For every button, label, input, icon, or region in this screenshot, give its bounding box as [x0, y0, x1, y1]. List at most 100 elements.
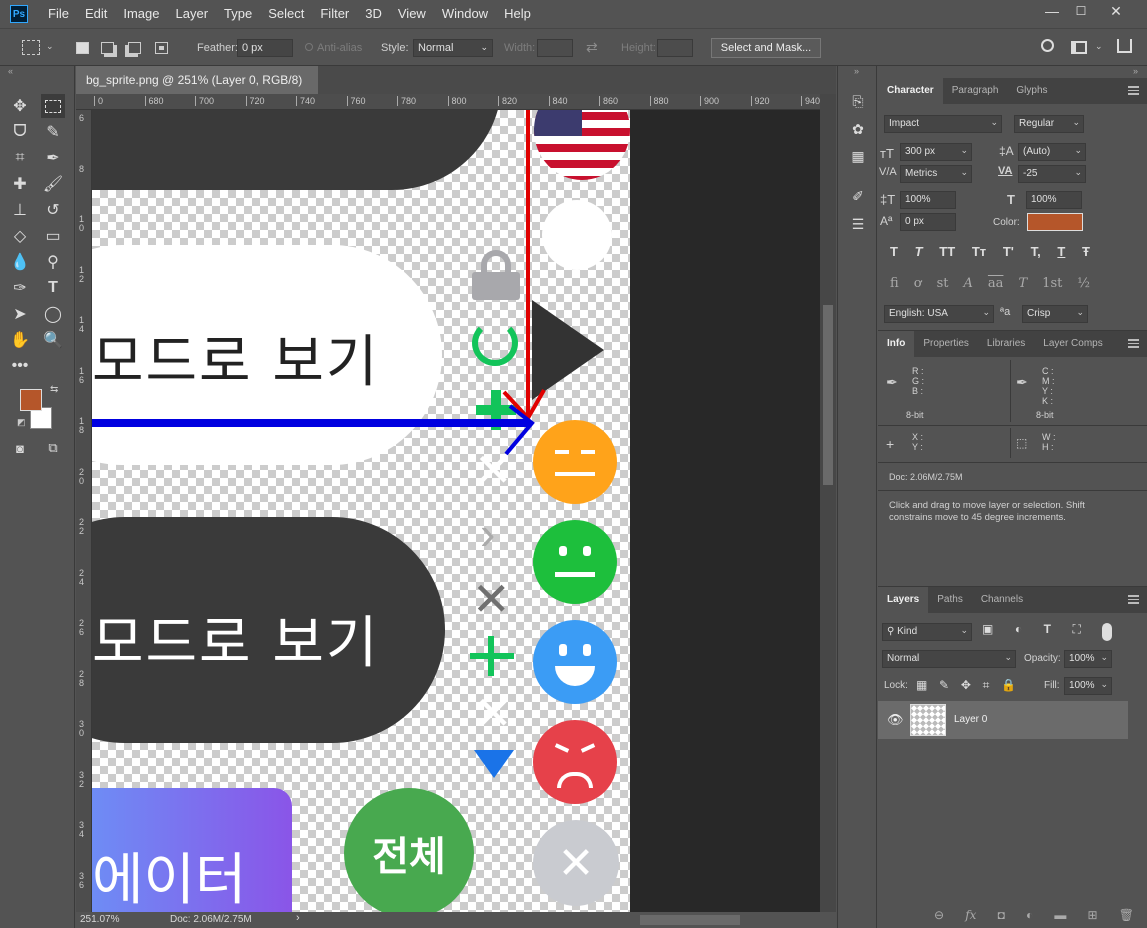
rectangular-marquee-tool-icon[interactable]	[41, 94, 65, 118]
vertical-scrollbar[interactable]	[820, 94, 836, 912]
lock-position-icon[interactable]: ✥	[961, 678, 971, 692]
tab-glyphs[interactable]: Glyphs	[1007, 78, 1056, 104]
layer-filter-select[interactable]: ⚲ Kind ⌄	[882, 623, 972, 641]
chevron-down-icon[interactable]: ⌄	[1095, 41, 1103, 52]
quick-selection-tool-icon[interactable]: ✎	[41, 120, 65, 144]
history-panel-icon[interactable]: ⎘	[848, 91, 868, 111]
clone-stamp-tool-icon[interactable]: ⊥	[8, 198, 32, 222]
font-size-input[interactable]: 300 px ⌄	[900, 143, 972, 161]
sprite-image[interactable]: 모드로 보기 모드로 보기 에이터 전체 ✕ › ✕ ✕ ✕	[92, 110, 630, 912]
kerning-select[interactable]: Metrics ⌄	[900, 165, 972, 183]
pen-tool-icon[interactable]: ✑	[8, 276, 32, 300]
font-family-select[interactable]: Impact ⌄	[884, 115, 1002, 133]
faux-italic-button[interactable]: T	[915, 244, 923, 262]
tab-layers[interactable]: Layers	[878, 587, 929, 613]
tab-properties[interactable]: Properties	[914, 331, 978, 357]
style-select[interactable]: Normal ⌄	[413, 39, 493, 57]
subscript-button[interactable]: T,	[1031, 244, 1041, 262]
layer-row[interactable]: 👁 Layer 0	[878, 701, 1128, 739]
tab-libraries[interactable]: Libraries	[978, 331, 1034, 357]
old-style-button[interactable]: ơ	[914, 276, 922, 294]
stylistic-alternates-button[interactable]: aa	[988, 276, 1004, 294]
titling-alternates-button[interactable]: T	[1018, 276, 1027, 294]
path-selection-tool-icon[interactable]: ➤	[8, 302, 32, 326]
zoom-level[interactable]: 251.07%	[80, 914, 119, 925]
search-icon[interactable]	[1041, 39, 1054, 52]
layer-style-icon[interactable]: fx	[965, 908, 976, 924]
menu-help[interactable]: Help	[496, 0, 539, 28]
foreground-color-swatch[interactable]	[20, 389, 42, 411]
chevron-down-icon[interactable]: ⌄	[46, 41, 54, 52]
tab-channels[interactable]: Channels	[972, 587, 1032, 613]
ellipse-tool-icon[interactable]: ◯	[41, 302, 65, 326]
type-tool-icon[interactable]: T	[41, 276, 65, 300]
lock-pixels-icon[interactable]: ✎	[939, 678, 949, 692]
swap-dimensions-icon[interactable]: ⇄	[586, 39, 598, 56]
tab-paths[interactable]: Paths	[928, 587, 972, 613]
panel-menu-icon[interactable]	[1128, 339, 1139, 348]
tracking-input[interactable]: -25 ⌄	[1018, 165, 1086, 183]
lasso-tool-icon[interactable]: ᗜ	[8, 120, 32, 144]
styles-panel-icon[interactable]: ✿	[848, 119, 868, 139]
subtract-from-selection-icon[interactable]	[128, 42, 141, 54]
adjustment-layer-icon[interactable]: ◐	[1026, 908, 1033, 924]
menu-type[interactable]: Type	[216, 0, 260, 28]
layer-name[interactable]: Layer 0	[954, 714, 987, 725]
horizontal-scroll-thumb[interactable]	[640, 915, 740, 925]
delete-layer-icon[interactable]: 🗑	[1119, 908, 1134, 924]
gradient-tool-icon[interactable]: ▭	[41, 224, 65, 248]
canvas-area[interactable]: 모드로 보기 모드로 보기 에이터 전체 ✕ › ✕ ✕ ✕	[92, 110, 820, 912]
blur-tool-icon[interactable]: 💧	[8, 250, 32, 274]
share-icon[interactable]	[1117, 39, 1132, 53]
new-group-icon[interactable]: ▬	[1054, 908, 1066, 924]
collapse-icon[interactable]: »	[854, 66, 859, 76]
lock-artboard-icon[interactable]: ⌗	[983, 678, 990, 692]
eyedropper-tool-icon[interactable]: ✒	[41, 146, 65, 170]
lock-all-icon[interactable]: 🔒	[1001, 678, 1016, 692]
close-window-button[interactable]: ✕	[1101, 0, 1131, 22]
faux-bold-button[interactable]: T	[890, 244, 898, 262]
menu-filter[interactable]: Filter	[312, 0, 357, 28]
width-input[interactable]	[537, 39, 573, 57]
new-selection-icon[interactable]	[76, 42, 89, 54]
underline-button[interactable]: T	[1057, 244, 1065, 262]
add-mask-icon[interactable]: ◘	[998, 908, 1005, 924]
type-filter-icon[interactable]: T	[1044, 622, 1051, 640]
minimize-button[interactable]: —	[1037, 0, 1067, 22]
intersect-selection-icon[interactable]	[155, 42, 168, 54]
language-select[interactable]: English: USA ⌄	[884, 305, 994, 323]
height-input[interactable]	[657, 39, 693, 57]
select-and-mask-button[interactable]: Select and Mask...	[711, 38, 821, 58]
horizontal-scale-input[interactable]: 100%	[1026, 191, 1082, 209]
zoom-tool-icon[interactable]: 🔍	[41, 328, 65, 352]
ligatures-button[interactable]: fi	[890, 276, 899, 294]
fill-input[interactable]: 100% ⌄	[1064, 677, 1112, 695]
antialias-method-select[interactable]: Crisp ⌄	[1022, 305, 1088, 323]
link-layers-icon[interactable]: ⊖	[934, 908, 944, 924]
panel-menu-icon[interactable]	[1128, 595, 1139, 604]
blend-mode-select[interactable]: Normal ⌄	[882, 650, 1016, 668]
collapse-panels-icon[interactable]: »	[1133, 66, 1138, 76]
default-colors-icon[interactable]: ◩	[17, 417, 26, 428]
panel-menu-icon[interactable]	[1128, 86, 1139, 95]
maximize-button[interactable]: ☐	[1066, 0, 1096, 22]
baseline-shift-input[interactable]: 0 px	[900, 213, 956, 231]
swash-button[interactable]: A	[964, 276, 973, 294]
menu-view[interactable]: View	[390, 0, 434, 28]
tab-info[interactable]: Info	[878, 331, 915, 357]
fractions-button[interactable]: ½	[1077, 276, 1090, 294]
font-style-select[interactable]: Regular ⌄	[1014, 115, 1084, 133]
menu-edit[interactable]: Edit	[77, 0, 115, 28]
menu-file[interactable]: File	[40, 0, 77, 28]
leading-input[interactable]: (Auto) ⌄	[1018, 143, 1086, 161]
move-tool-icon[interactable]: ✥	[8, 94, 32, 118]
menu-window[interactable]: Window	[434, 0, 496, 28]
text-color-swatch[interactable]	[1027, 213, 1083, 231]
swatches-panel-icon[interactable]: ▦	[848, 146, 868, 166]
marquee-tool-preset-icon[interactable]	[22, 40, 40, 55]
collapse-icon[interactable]: «	[8, 66, 13, 76]
hand-tool-icon[interactable]: ✋	[8, 328, 32, 352]
new-layer-icon[interactable]: ⊞	[1087, 908, 1097, 924]
screen-mode-icon[interactable]: ⧉	[41, 436, 65, 460]
vertical-scroll-thumb[interactable]	[823, 305, 833, 485]
